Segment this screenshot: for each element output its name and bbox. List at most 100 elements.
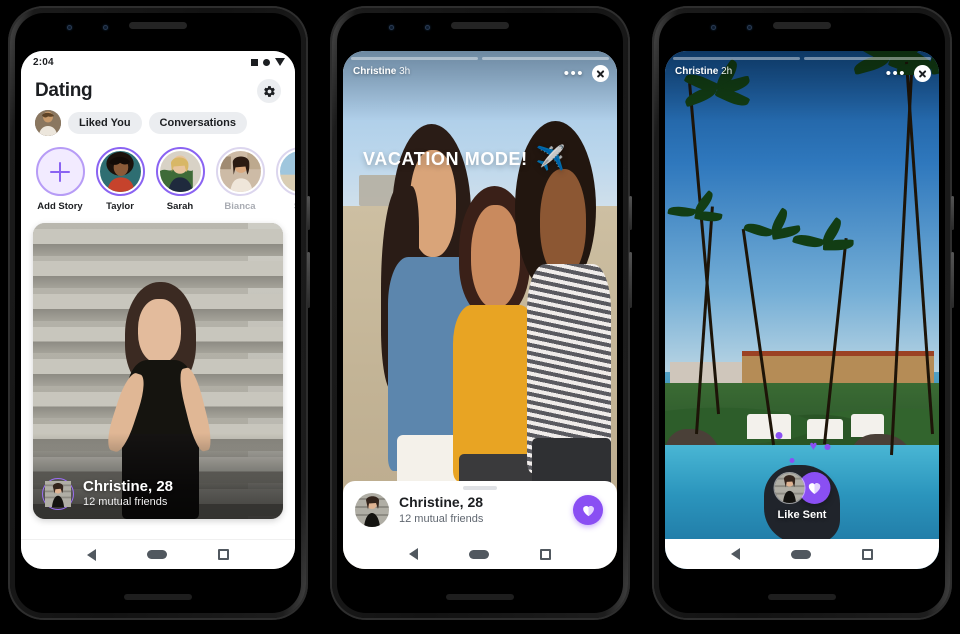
avatar-image	[355, 493, 389, 527]
sticker-text: VACATION MODE!	[363, 148, 528, 169]
phone-3-device: Christine 2h ••• ♥ Like Sent	[652, 6, 954, 620]
card-mutual-friends: 12 mutual friends	[83, 496, 168, 509]
story-taylor[interactable]: Taylor	[95, 147, 145, 212]
story-top-scrim	[665, 51, 939, 121]
story-avatar-partial	[279, 151, 295, 192]
story-author-name: Christine	[675, 66, 719, 77]
settings-button[interactable]	[257, 79, 281, 103]
phone-3-screen: Christine 2h ••• ♥ Like Sent	[665, 51, 939, 569]
filter-chip-row: Liked You Conversations	[21, 103, 295, 136]
like-sent-row	[773, 472, 831, 504]
airplane-icon: ✈️	[535, 145, 566, 172]
profile-bottom-sheet[interactable]: Christine, 28 12 mutual friends	[343, 481, 617, 539]
recents-icon[interactable]	[218, 549, 230, 560]
close-icon[interactable]	[914, 65, 931, 82]
like-sent-label: Like Sent	[777, 509, 827, 521]
android-nav-bar	[343, 539, 617, 569]
sheet-text-block: Christine, 28 12 mutual friends	[399, 494, 563, 526]
bubble-particle	[775, 432, 783, 439]
add-story-ring	[35, 147, 85, 196]
power-button[interactable]	[307, 196, 310, 230]
power-button[interactable]	[951, 196, 954, 230]
progress-segment-1	[673, 57, 800, 60]
dating-header: Dating	[21, 73, 295, 103]
like-button[interactable]	[573, 495, 603, 525]
square-icon	[251, 58, 258, 66]
more-options-icon[interactable]: •••	[564, 66, 584, 81]
story-sarah[interactable]: Sarah	[155, 147, 205, 212]
card-avatar-ring[interactable]	[42, 478, 74, 510]
front-camera	[389, 25, 394, 30]
bottom-speaker-grille	[446, 594, 514, 600]
front-sensor	[103, 25, 108, 30]
avatar-image	[774, 473, 805, 503]
phone-1-device: 2:04 Dating Liked You Conversations Add …	[8, 6, 310, 620]
phone-2-device: Christine 3h ••• VACATION MODE! ✈️ Chris…	[330, 6, 632, 620]
chip-liked-you[interactable]: Liked You	[68, 112, 142, 134]
palm-tree	[667, 190, 724, 435]
close-icon[interactable]	[592, 65, 609, 82]
progress-segment-2	[482, 57, 609, 60]
story-viewer[interactable]: Christine 2h ••• ♥ Like Sent	[665, 51, 939, 569]
circle-icon	[263, 58, 270, 66]
my-profile-avatar[interactable]	[35, 110, 61, 136]
front-camera	[67, 25, 72, 30]
card-name: Christine, 28	[83, 478, 174, 496]
back-icon[interactable]	[730, 548, 740, 560]
screenshot-canvas: 2:04 Dating Liked You Conversations Add …	[0, 0, 960, 634]
profile-card[interactable]: Christine, 28 12 mutual friends	[33, 223, 283, 519]
plus-icon	[50, 161, 70, 182]
story-label-add: Add Story	[37, 201, 83, 212]
gear-icon	[263, 85, 275, 97]
volume-button[interactable]	[307, 252, 310, 308]
android-nav-bar	[665, 539, 939, 569]
home-icon[interactable]	[468, 549, 489, 559]
heart-icon	[808, 483, 821, 494]
like-sent-avatar	[773, 472, 806, 504]
story-label-partial: Sp	[294, 201, 295, 212]
bubble-particle	[789, 458, 795, 463]
phone-2-screen: Christine 3h ••• VACATION MODE! ✈️ Chris…	[343, 51, 617, 569]
story-label-sarah: Sarah	[166, 201, 194, 212]
story-sticker: VACATION MODE! ✈️	[363, 147, 566, 171]
bottom-speaker-grille	[124, 594, 192, 600]
sheet-avatar[interactable]	[355, 493, 389, 527]
stories-tray[interactable]: Add Story Taylor Sarah Bianca	[21, 136, 295, 219]
story-bianca[interactable]: Bianca	[215, 147, 265, 212]
story-progress-bar	[673, 57, 931, 60]
avatar-image	[279, 151, 295, 192]
recents-icon[interactable]	[540, 548, 552, 560]
story-author-name: Christine	[353, 66, 397, 77]
back-icon[interactable]	[86, 548, 96, 561]
story-author: Christine 3h	[353, 66, 410, 77]
sheet-drag-handle[interactable]	[463, 486, 497, 490]
more-options-icon[interactable]: •••	[886, 66, 906, 81]
earpiece-speaker	[129, 22, 187, 29]
front-camera	[711, 25, 716, 30]
avatar-image	[99, 151, 141, 192]
page-title: Dating	[35, 80, 93, 101]
like-sent-confirmation: ♥ Like Sent	[773, 432, 831, 521]
story-ring-partial	[275, 147, 295, 196]
chip-conversations[interactable]: Conversations	[148, 112, 247, 134]
progress-segment-2	[804, 57, 931, 60]
bottom-speaker-grille	[768, 594, 836, 600]
volume-button[interactable]	[629, 252, 632, 308]
story-add[interactable]: Add Story	[35, 147, 85, 212]
avatar-image	[35, 110, 61, 136]
story-label-taylor: Taylor	[106, 201, 134, 212]
volume-button[interactable]	[951, 252, 954, 308]
home-icon[interactable]	[146, 550, 167, 559]
story-avatar-bianca	[219, 151, 261, 192]
front-sensor	[747, 25, 752, 30]
phone-1-inner: 2:04 Dating Liked You Conversations Add …	[15, 13, 301, 613]
back-icon[interactable]	[408, 548, 418, 560]
avatar-image	[45, 481, 71, 507]
story-header: Christine 3h •••	[353, 65, 609, 82]
story-partial[interactable]: Sp	[275, 147, 295, 212]
home-icon[interactable]	[790, 549, 811, 559]
story-viewer[interactable]: Christine 3h ••• VACATION MODE! ✈️ Chris…	[343, 51, 617, 569]
power-button[interactable]	[629, 196, 632, 230]
recents-icon[interactable]	[862, 548, 874, 560]
earpiece-speaker	[451, 22, 509, 29]
